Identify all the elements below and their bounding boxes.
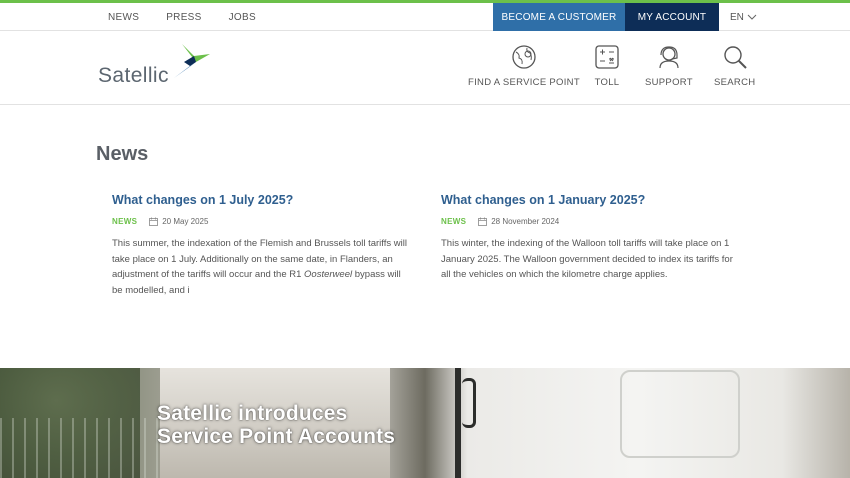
hero-background-mirror [462, 378, 476, 428]
utility-link-jobs[interactable]: JOBS [229, 12, 256, 23]
nav-toll[interactable]: TOLL [592, 42, 622, 88]
article-tag[interactable]: NEWS [112, 217, 137, 226]
news-article-card: What changes on 1 July 2025? NEWS 20 May… [112, 193, 412, 298]
article-tag[interactable]: NEWS [441, 217, 466, 226]
satellic-logo[interactable]: Satellic [98, 42, 218, 92]
hero-background-truck-frame [455, 368, 461, 478]
utility-links: NEWS PRESS JOBS [108, 3, 283, 31]
article-date: 20 May 2025 [162, 217, 209, 226]
article-excerpt: This winter, the indexing of the Walloon… [441, 238, 733, 280]
language-label: EN [730, 11, 744, 23]
nav-support[interactable]: SUPPORT [645, 42, 693, 88]
article-meta: NEWS 20 May 2025 [112, 217, 412, 226]
hero-background-fence [0, 418, 160, 478]
hero-title-line2: Service Point Accounts [157, 425, 396, 448]
utility-link-news[interactable]: NEWS [108, 12, 139, 23]
logo-wordmark: Satellic [98, 64, 169, 87]
hero-banner[interactable]: Satellic introduces Service Point Accoun… [0, 368, 850, 478]
article-title-link[interactable]: What changes on 1 July 2025? [112, 193, 412, 207]
chevron-down-icon [747, 14, 757, 20]
calendar-icon [149, 217, 159, 226]
headset-icon [654, 42, 684, 72]
search-icon [720, 42, 750, 72]
news-article-card: What changes on 1 January 2025? NEWS 28 … [441, 193, 741, 283]
nav-label: SEARCH [714, 77, 756, 88]
nav-label: FIND A SERVICE POINT [468, 77, 580, 88]
utility-link-press[interactable]: PRESS [166, 12, 201, 23]
my-account-button[interactable]: MY ACCOUNT [625, 3, 719, 31]
page-title: News [96, 143, 149, 165]
hero-title-line1: Satellic introduces [157, 402, 348, 425]
nav-search[interactable]: SEARCH [714, 42, 755, 88]
hero-background-truck-door [620, 370, 740, 458]
calendar-icon [478, 217, 488, 226]
utility-bar: NEWS PRESS JOBS BECOME A CUSTOMER MY ACC… [0, 3, 850, 31]
nav-find-service-point[interactable]: FIND A SERVICE POINT [468, 42, 580, 88]
main-header: Satellic FIND A SERVICE POINT TOLL SUPPO… [0, 32, 850, 105]
article-meta: NEWS 28 November 2024 [441, 217, 741, 226]
article-excerpt: This summer, the indexation of the Flemi… [112, 238, 407, 296]
logo-bird-icon [174, 44, 210, 78]
nav-label: SUPPORT [645, 77, 693, 88]
hero-title: Satellic introduces Service Point Accoun… [157, 402, 395, 448]
calculator-icon [592, 42, 622, 72]
nav-label: TOLL [594, 77, 620, 88]
language-selector[interactable]: EN [730, 3, 757, 31]
service-point-globe-icon [509, 42, 539, 72]
become-customer-button[interactable]: BECOME A CUSTOMER [493, 3, 625, 31]
article-date: 28 November 2024 [491, 217, 560, 226]
article-title-link[interactable]: What changes on 1 January 2025? [441, 193, 741, 207]
